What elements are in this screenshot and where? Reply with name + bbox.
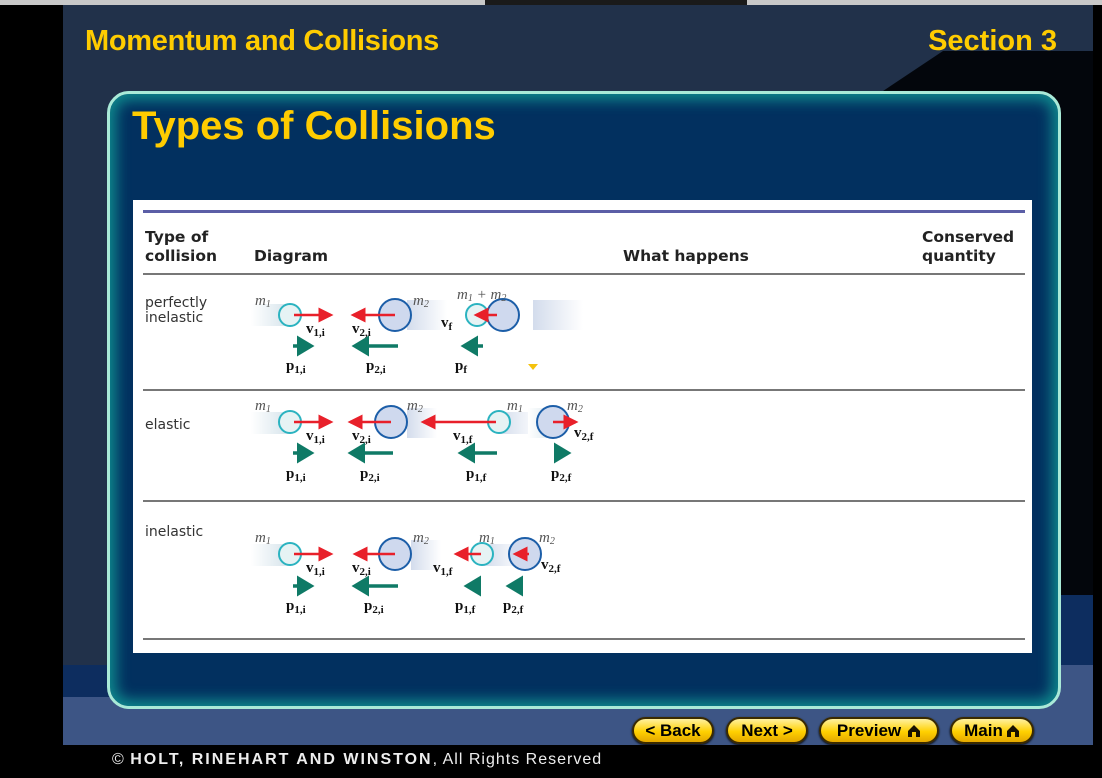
label-m2: m2 (539, 530, 555, 547)
rights-text: , All Rights Reserved (432, 751, 603, 768)
copyright-icon: © (112, 751, 125, 768)
preview-button-label: Preview (836, 720, 902, 740)
label-p2f: p2,f (503, 598, 524, 616)
label-m1: m1 (255, 293, 271, 310)
label-p1f: p1,f (466, 466, 487, 484)
home-icon (908, 724, 921, 737)
label-v2f: v2,f (541, 557, 561, 575)
label-m2: m2 (413, 530, 429, 547)
label-v2f: v2,f (574, 425, 594, 443)
label-v2i: v2,i (352, 560, 371, 578)
diagram-elastic: m1 m2 m1 m2 v1,i v2,i v1,f v2,f p1,i p2,… (251, 398, 594, 484)
cursor-marker-icon (528, 364, 538, 370)
home-icon (1006, 724, 1019, 737)
label-m1: m1 (479, 530, 495, 547)
label-p2f: p2,f (551, 466, 572, 484)
preview-button[interactable]: Preview (819, 717, 939, 744)
collision-table: Type of collision Diagram What happens C… (133, 200, 1032, 653)
diagram-inelastic: m1 m2 m1 m2 v1,i v2,i v1,f v2,f p1,i p2,… (251, 530, 561, 616)
chapter-title: Momentum and Collisions (85, 25, 440, 57)
next-button[interactable]: Next > (726, 717, 808, 744)
label-m1: m1 (255, 530, 271, 547)
collision-diagrams: m1 m2 m1 + m2 v1,i v2,i vf p1,i p2,i pf (251, 287, 594, 616)
label-v1f: v1,f (453, 428, 473, 446)
label-m2: m2 (407, 398, 423, 415)
label-p1i: p1,i (286, 598, 306, 616)
label-p2i: p2,i (366, 358, 386, 376)
slide-title: Types of Collisions (132, 104, 496, 148)
label-v2i: v2,i (352, 428, 371, 446)
section-label: Section 3 (928, 25, 1057, 57)
label-p1i: p1,i (286, 466, 306, 484)
label-m2: m2 (413, 293, 429, 310)
motion-trail (533, 300, 583, 330)
label-p1f: p1,f (455, 598, 476, 616)
label-v1i: v1,i (306, 560, 325, 578)
label-m2: m2 (567, 398, 583, 415)
label-vf: vf (441, 315, 453, 333)
label-m1: m1 (255, 398, 271, 415)
label-v1i: v1,i (306, 428, 325, 446)
label-p2i: p2,i (364, 598, 384, 616)
label-pf: pf (455, 358, 467, 376)
next-button-label: Next > (741, 720, 793, 740)
label-v1i: v1,i (306, 321, 325, 339)
main-button[interactable]: Main (950, 717, 1034, 744)
main-button-label: Main (964, 720, 1003, 740)
label-p1i: p1,i (286, 358, 306, 376)
back-button[interactable]: < Back (632, 717, 714, 744)
label-m1-plus-m2: m1 + m2 (457, 287, 506, 304)
copyright-footer: © HOLT, RINEHART AND WINSTON, All Rights… (112, 751, 602, 769)
label-v1f: v1,f (433, 560, 453, 578)
publisher-name: HOLT, RINEHART AND WINSTON (130, 751, 433, 768)
label-v2i: v2,i (352, 321, 371, 339)
slide: Momentum and Collisions Section 3 Types … (63, 5, 1093, 745)
diagram-perfectly-inelastic: m1 m2 m1 + m2 v1,i v2,i vf p1,i p2,i pf (251, 287, 583, 376)
label-p2i: p2,i (360, 466, 380, 484)
back-button-label: < Back (645, 720, 701, 740)
label-m1: m1 (507, 398, 523, 415)
